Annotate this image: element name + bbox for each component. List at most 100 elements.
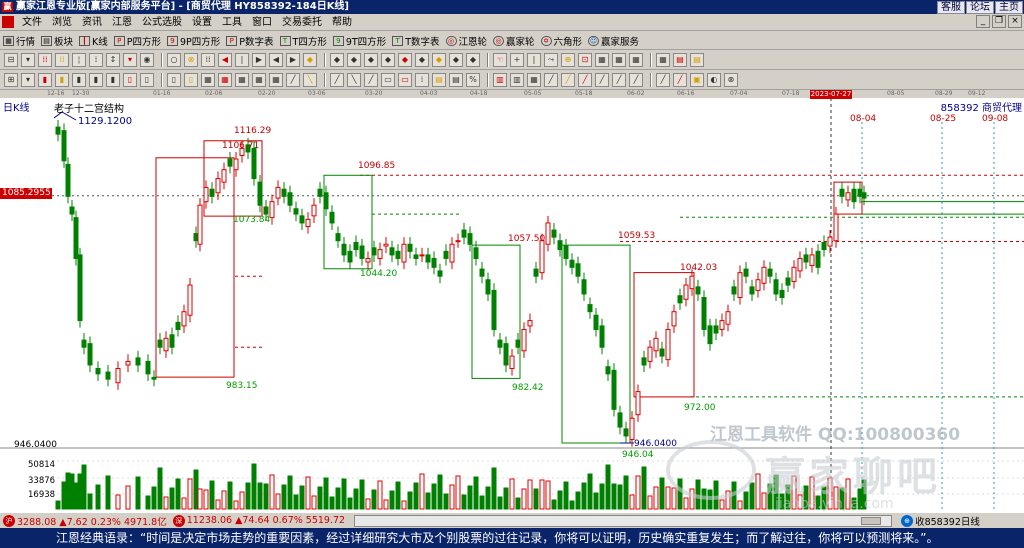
menu-help[interactable]: 帮助 (328, 15, 358, 30)
analysis-tool-icon[interactable]: ⊗ (724, 73, 738, 87)
scroll-thumb[interactable] (861, 516, 882, 525)
analysis-tool-icon[interactable]: ⁞ (415, 73, 429, 87)
drawing-tool-icon[interactable]: ▦ (656, 53, 670, 67)
menu-formula[interactable]: 公式选股 (138, 15, 188, 30)
link-service[interactable]: 客服 (937, 1, 965, 14)
analysis-tool-icon[interactable]: ╱ (561, 73, 575, 87)
tool-quotes[interactable]: ▦ 行情 (0, 34, 38, 48)
drawing-tool-icon[interactable]: ◆ (330, 53, 344, 67)
analysis-tool-icon[interactable]: ▦ (527, 73, 541, 87)
restore-icon[interactable]: ❐ (992, 15, 1006, 28)
drawing-tool-icon[interactable]: ▶ (252, 53, 266, 67)
analysis-tool-icon[interactable]: ▮ (89, 73, 103, 87)
drawing-tool-icon[interactable]: ▾ (21, 53, 35, 67)
analysis-tool-icon[interactable]: ▯ (123, 73, 137, 87)
analysis-tool-icon[interactable]: ▤ (449, 73, 463, 87)
tool-p-square[interactable]: P P四方形 (111, 34, 164, 48)
analysis-tool-icon[interactable]: ▯ (140, 73, 154, 87)
drawing-tool-icon[interactable]: ◆ (347, 53, 361, 67)
drawing-tool-icon[interactable]: ◆ (466, 53, 480, 67)
drawing-tool-icon[interactable]: ◆ (303, 53, 317, 67)
sz-index[interactable]: 深 11238.06 ▲74.64 0.67% 5519.72 (170, 514, 348, 527)
menu-gann[interactable]: 江恩 (108, 15, 138, 30)
analysis-tool-icon[interactable]: ▭ (381, 73, 395, 87)
link-forum[interactable]: 论坛 (966, 1, 994, 14)
analysis-tool-icon[interactable]: ╱ (595, 73, 609, 87)
analysis-tool-icon[interactable]: ▦ (201, 73, 215, 87)
analysis-tool-icon[interactable]: ╱ (286, 73, 300, 87)
analysis-tool-icon[interactable]: ▾ (21, 73, 35, 87)
tool-t-square[interactable]: T T四方形 (277, 34, 330, 48)
analysis-tool-icon[interactable]: ╱ (330, 73, 344, 87)
analysis-tool-icon[interactable]: ▯ (184, 73, 198, 87)
drawing-tool-icon[interactable]: ⊟ (4, 53, 18, 67)
drawing-tool-icon[interactable]: ▦ (612, 53, 626, 67)
analysis-tool-icon[interactable]: ◐ (707, 73, 721, 87)
drawing-tool-icon[interactable]: ◀ (218, 53, 232, 67)
drawing-tool-icon[interactable]: ⊗ (184, 53, 198, 67)
horizontal-scrollbar[interactable] (354, 514, 893, 527)
tool-hexagon[interactable]: ✡ 六角形 (538, 34, 586, 48)
link-home[interactable]: 主页 (995, 1, 1023, 14)
menu-tools[interactable]: 工具 (218, 15, 248, 30)
analysis-tool-icon[interactable]: ▯ (167, 73, 181, 87)
tool-p-table[interactable]: P P数字表 (223, 34, 276, 48)
drawing-tool-icon[interactable]: ▤ (673, 53, 687, 67)
tool-sectors[interactable]: ▤ 板块 (38, 34, 76, 48)
tool-winner-wheel[interactable]: ◎ 赢家轮 (490, 34, 538, 48)
analysis-tool-icon[interactable]: ▮ (106, 73, 120, 87)
analysis-tool-icon[interactable]: ╲ (347, 73, 361, 87)
analysis-tool-icon[interactable]: ⊞ (4, 73, 18, 87)
menu-trade[interactable]: 交易委托 (278, 15, 328, 30)
drawing-tool-icon[interactable]: ◀ (269, 53, 283, 67)
tool-9p-square[interactable]: 9 9P四方形 (164, 34, 223, 48)
analysis-tool-icon[interactable]: ╱ (656, 73, 670, 87)
analysis-tool-icon[interactable]: ▣ (690, 73, 704, 87)
menu-file[interactable]: 文件 (18, 15, 48, 30)
analysis-tool-icon[interactable]: ▥ (510, 73, 524, 87)
tool-service[interactable]: ☺ 赢家服务 (585, 34, 642, 48)
drawing-tool-icon[interactable]: | (235, 53, 249, 67)
drawing-tool-icon[interactable]: ○ (167, 53, 181, 67)
analysis-tool-icon[interactable]: ▦ (218, 73, 232, 87)
drawing-tool-icon[interactable]: ▶ (286, 53, 300, 67)
tool-9t-square[interactable]: 9 9T四方形 (330, 34, 389, 48)
drawing-tool-icon[interactable]: ◆ (398, 53, 412, 67)
drawing-tool-icon[interactable]: ◆ (432, 53, 446, 67)
analysis-tool-icon[interactable]: ╱ (612, 73, 626, 87)
menu-info[interactable]: 资讯 (78, 15, 108, 30)
tool-gann-wheel[interactable]: ◎ 江恩轮 (443, 34, 491, 48)
drawing-tool-icon[interactable]: ☜ (493, 53, 507, 67)
analysis-tool-icon[interactable]: ▥ (493, 73, 507, 87)
drawing-tool-icon[interactable]: ◆ (449, 53, 463, 67)
drawing-tool-icon[interactable]: ◆ (364, 53, 378, 67)
analysis-tool-icon[interactable]: ▦ (235, 73, 249, 87)
drawing-tool-icon[interactable]: ◆ (415, 53, 429, 67)
drawing-tool-icon[interactable]: + (510, 53, 524, 67)
close-icon[interactable]: × (1008, 15, 1022, 28)
analysis-tool-icon[interactable]: ▮ (38, 73, 52, 87)
drawing-tool-icon[interactable]: | (527, 53, 541, 67)
menu-browse[interactable]: 浏览 (48, 15, 78, 30)
drawing-tool-icon[interactable]: ⁞⁞ (201, 53, 215, 67)
drawing-tool-icon[interactable]: ⊡ (578, 53, 592, 67)
analysis-tool-icon[interactable]: % (466, 73, 480, 87)
sh-index[interactable]: 沪 3288.08 ▲7.62 0.23% 4971.8亿 (0, 514, 170, 528)
analysis-tool-icon[interactable]: ▭ (398, 73, 412, 87)
drawing-tool-icon[interactable]: ⁞⁞ (38, 53, 52, 67)
analysis-tool-icon[interactable]: ▦ (252, 73, 266, 87)
drawing-tool-icon[interactable]: ▾ (123, 53, 137, 67)
analysis-tool-icon[interactable]: ▦ (269, 73, 283, 87)
analysis-tool-icon[interactable]: ▮ (72, 73, 86, 87)
minimize-icon[interactable]: _ (976, 15, 990, 28)
drawing-tool-icon[interactable]: ¦ (72, 53, 86, 67)
drawing-tool-icon[interactable]: ⁞ (89, 53, 103, 67)
analysis-tool-icon[interactable]: ▤ (432, 73, 446, 87)
drawing-tool-icon[interactable]: ▤ (690, 53, 704, 67)
analysis-tool-icon[interactable]: ╱ (364, 73, 378, 87)
menu-settings[interactable]: 设置 (188, 15, 218, 30)
analysis-tool-icon[interactable]: ▮ (55, 73, 69, 87)
analysis-tool-icon[interactable]: ╱ (673, 73, 687, 87)
analysis-tool-icon[interactable]: ╱ (629, 73, 643, 87)
kline-chart[interactable]: 日K线 858392 商贸代理 老子十二宫结构 1129.1200 1085.2… (0, 90, 1024, 512)
